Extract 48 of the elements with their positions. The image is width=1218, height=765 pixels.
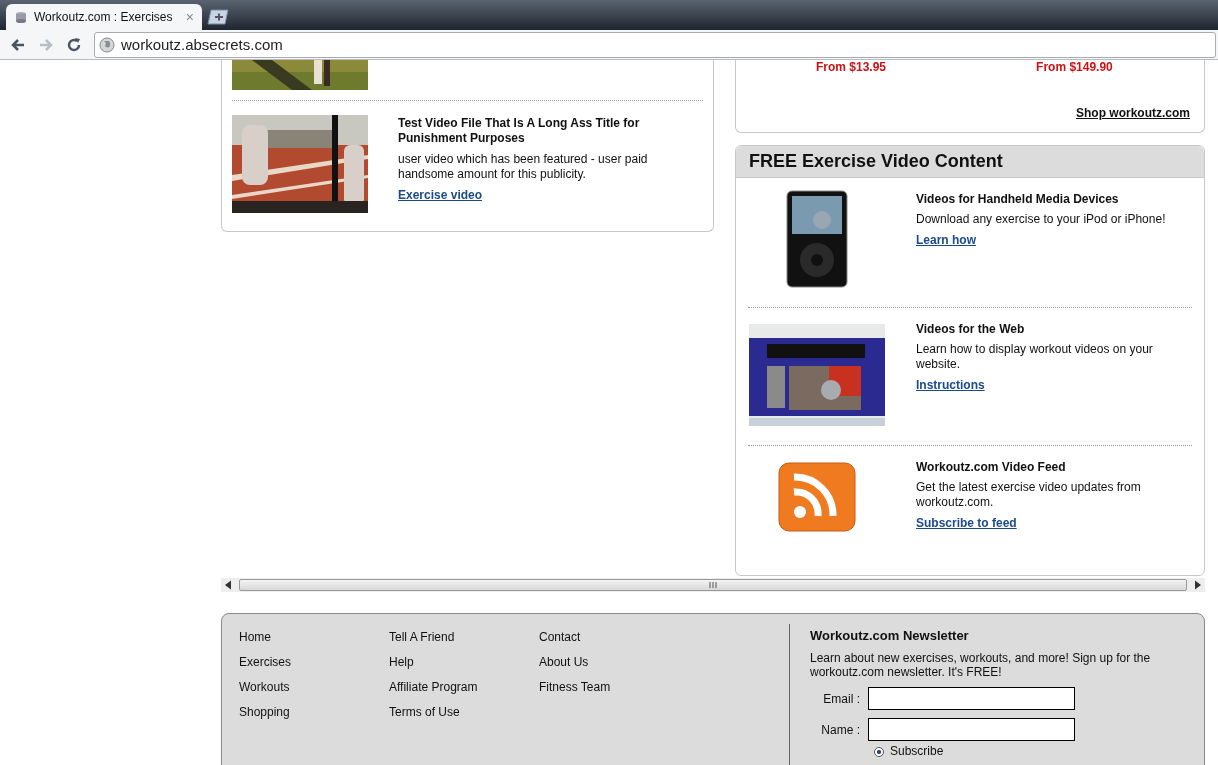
content-link[interactable]: Learn how [916,233,976,247]
reload-icon[interactable] [66,36,82,53]
footer-link[interactable]: Affiliate Program [389,680,539,695]
card-header: FREE Exercise Video Content [736,146,1204,178]
field-label: Name : [820,722,861,737]
option-label: Subscribe [890,745,944,758]
footer-link[interactable]: Contact [539,630,689,645]
footer-link[interactable]: Fitness Team [539,680,689,695]
input-field[interactable] [868,718,1075,741]
field-label: Email : [822,691,861,706]
footer-link[interactable]: Workouts [239,680,389,695]
footer-link[interactable]: Terms of Use [389,705,539,720]
footer-link[interactable]: Tell A Friend [389,630,539,645]
content-title: Workoutz.com Video Feed [916,460,1067,474]
content-description: Download any exercise to your iPod or iPhone! [916,212,1167,227]
globe-icon [99,36,115,53]
content-description: Learn how to display workout videos on your website. [916,342,1154,372]
newsletter-title: Workoutz.com Newsletter [810,628,970,643]
shop-link[interactable]: Shop workoutz.com [1076,106,1190,120]
new-tab-icon[interactable] [206,9,230,25]
footer-link[interactable]: About Us [539,655,689,670]
footer-link[interactable]: Shopping [239,705,389,720]
video-title: Test Video File That Is A Long Ass Title for Punishment Purposes [398,116,641,146]
content-title: Videos for Handheld Media Devices [916,192,1120,206]
footer-link[interactable]: Home [239,630,389,645]
url-text: workoutz.absecrets.com [121,36,283,53]
content-description: Get the latest exercise video updates from workoutz.com. [916,480,1142,510]
browser-tab[interactable]: Workoutz.com : Exercises × [6,4,202,30]
footer-link[interactable]: Help [389,655,539,670]
tab-title: Workoutz.com : Exercises [34,10,174,24]
price-text: From $13.95 [816,60,887,74]
media-player-icon [786,190,848,288]
video-description: user video which has been featured - user paid handsome amount for this publicity. [398,152,649,182]
address-bar[interactable]: workoutz.absecrets.com [94,31,1216,58]
price-text: From $149.90 [1036,60,1113,74]
radio-button[interactable] [874,746,884,757]
back-icon[interactable] [10,36,26,53]
horizontal-scrollbar[interactable] [221,578,1205,592]
rss-feed-icon [778,462,856,532]
grip-icon [709,581,717,589]
content-link[interactable]: Subscribe to feed [916,516,1017,530]
page-icon [14,10,28,24]
input-field[interactable] [868,687,1075,710]
exercise-video-link[interactable]: Exercise video [398,188,483,202]
content-title: Videos for the Web [916,322,1026,336]
content-link[interactable]: Instructions [916,378,985,392]
footer-link[interactable]: Exercises [239,655,389,670]
newsletter-text: Learn about new exercises, workouts, and more! Sign up for the workoutz.com newsletter. It's FREE! [810,651,1152,679]
